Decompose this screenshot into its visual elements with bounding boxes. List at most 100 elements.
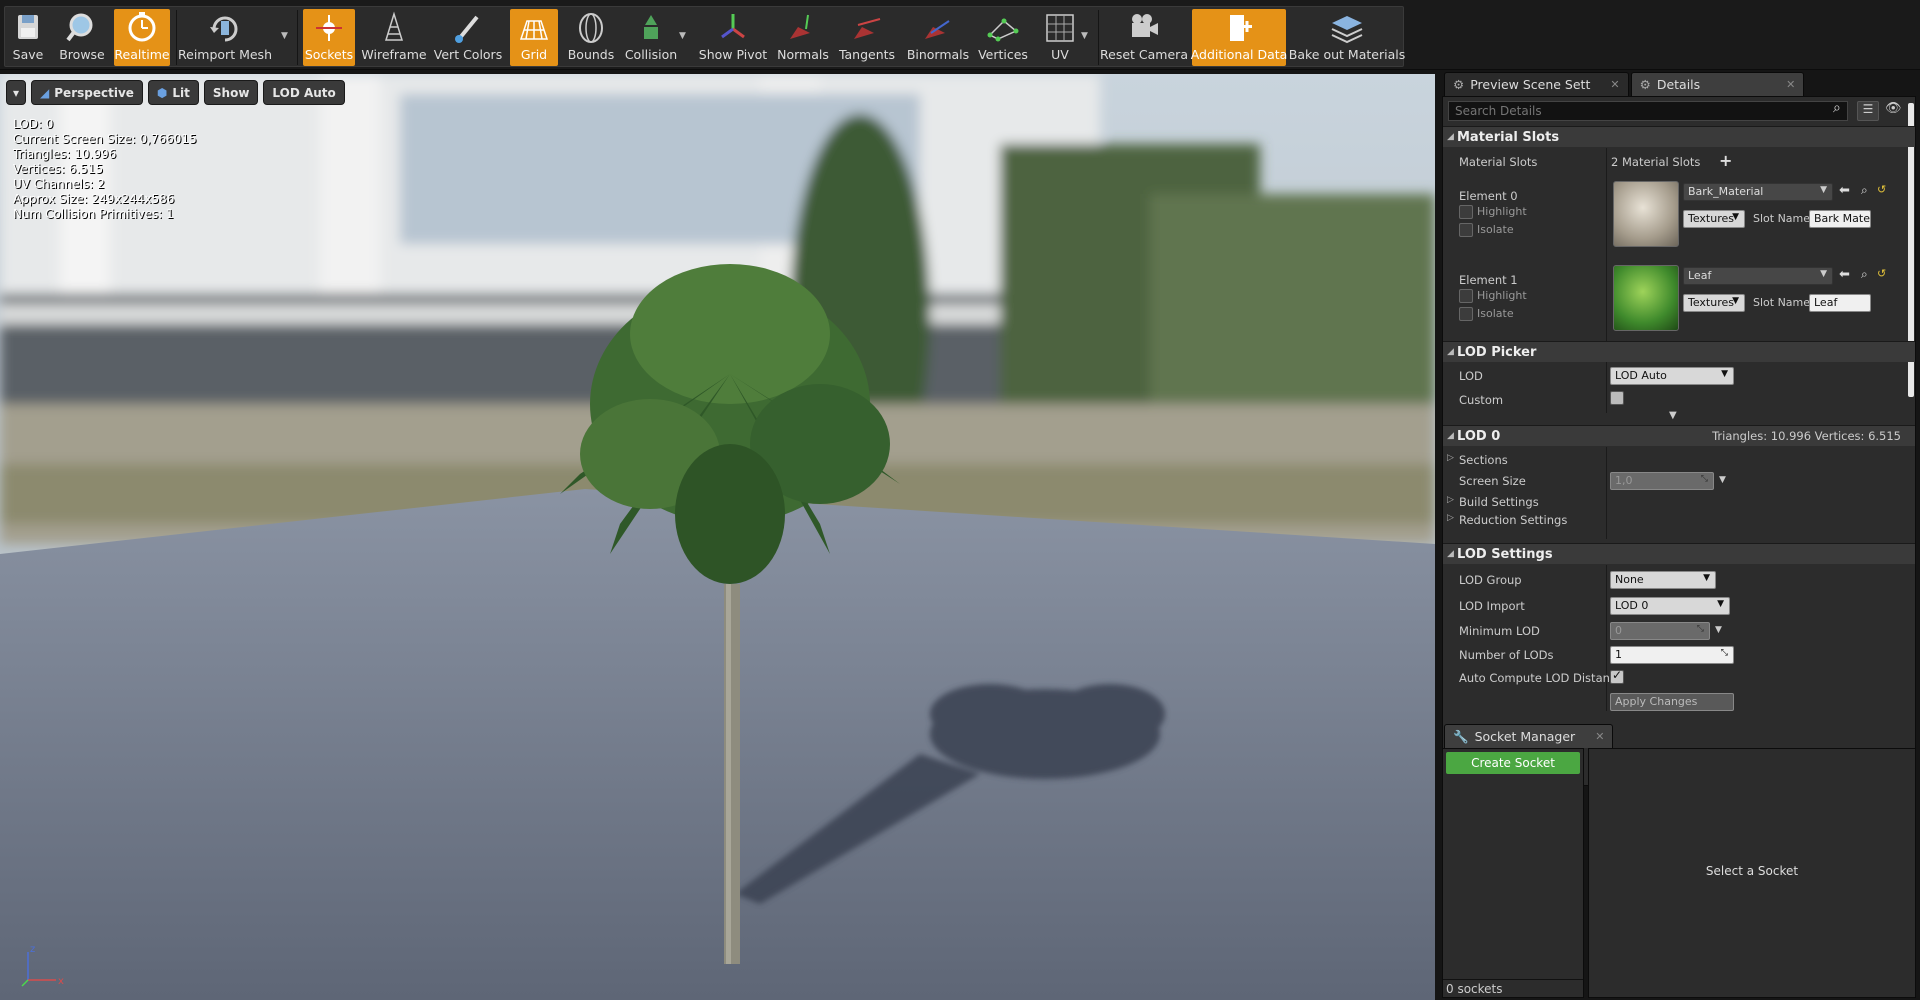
additional-data-button[interactable]: Additional Data xyxy=(1191,9,1287,66)
isolate-checkbox[interactable] xyxy=(1459,223,1473,237)
lod-group-dropdown[interactable]: None ▼ xyxy=(1610,571,1716,589)
highlight-label: Highlight xyxy=(1477,205,1527,218)
textures-dropdown[interactable]: Textures ▼ xyxy=(1683,210,1745,228)
lit-label: Lit xyxy=(172,85,190,100)
tab-preview-scene-settings[interactable]: ⚙ Preview Scene Sett ✕ xyxy=(1444,72,1629,96)
use-selected-icon[interactable]: ⬅ xyxy=(1839,183,1850,198)
material-select[interactable]: Leaf ▼ xyxy=(1683,267,1833,285)
close-icon[interactable]: ✕ xyxy=(1610,78,1619,91)
custom-checkbox[interactable] xyxy=(1610,391,1624,405)
save-icon xyxy=(18,15,38,39)
viewport-stats: LOD: 0 Current Screen Size: 0,766015 Tri… xyxy=(13,117,197,222)
lod-auto-button[interactable]: LOD Auto xyxy=(263,80,345,105)
viewport[interactable]: ▾ ◢ Perspective ⬢ Lit Show LOD Auto LOD: 0… xyxy=(0,74,1435,1000)
bake-out-materials-button[interactable]: Bake out Materials xyxy=(1289,9,1405,66)
tab-details[interactable]: ⚙ Details ✕ xyxy=(1630,72,1805,96)
wireframe-icon xyxy=(384,11,404,41)
isolate-checkbox[interactable] xyxy=(1459,307,1473,321)
screen-size-input[interactable]: 1,0 ⤡ xyxy=(1610,472,1714,490)
sockets-button[interactable]: Sockets xyxy=(303,9,355,66)
number-of-lods-input[interactable]: 1 ⤡ xyxy=(1610,646,1734,664)
lod-import-dropdown[interactable]: LOD 0 ▼ xyxy=(1610,597,1730,615)
show-pivot-button[interactable]: Show Pivot xyxy=(696,9,770,66)
lit-button[interactable]: ⬢ Lit xyxy=(147,80,199,105)
reset-icon[interactable]: ↺ xyxy=(1877,183,1886,196)
browse-button[interactable]: Browse xyxy=(54,9,110,66)
close-icon[interactable]: ✕ xyxy=(1786,78,1795,91)
vert-colors-button[interactable]: Vert Colors xyxy=(432,9,504,66)
material-select[interactable]: Bark_Material ▼ xyxy=(1683,183,1833,201)
slot-name-input[interactable]: Bark Mate xyxy=(1809,210,1871,228)
wireframe-button[interactable]: Wireframe xyxy=(361,9,427,66)
expand-icon: ◢ xyxy=(1447,549,1454,559)
uv-button[interactable]: UV xyxy=(1036,9,1084,66)
bounds-button[interactable]: Bounds xyxy=(563,9,619,66)
tangents-button[interactable]: Tangents xyxy=(836,9,898,66)
preview-scene-icon: ⚙ xyxy=(1453,77,1465,92)
browse-icon[interactable]: ⌕ xyxy=(1861,183,1868,198)
reset-icon[interactable]: ↺ xyxy=(1877,267,1886,280)
material-slots-header[interactable]: ◢ Material Slots xyxy=(1443,126,1915,147)
binormals-icon xyxy=(925,20,950,39)
reimport-dropdown-icon[interactable]: ▼ xyxy=(281,31,288,41)
details-tabs: ⚙ Preview Scene Sett ✕ ⚙ Details ✕ xyxy=(1444,72,1806,96)
highlight-checkbox[interactable] xyxy=(1459,289,1473,303)
pivot-icon xyxy=(721,14,745,39)
normals-button[interactable]: Normals xyxy=(776,9,830,66)
axis-gizmo-icon: z x xyxy=(21,944,64,987)
lod-dropdown[interactable]: LOD Auto ▼ xyxy=(1610,367,1734,385)
tab-preview-label: Preview Scene Sett xyxy=(1470,77,1591,92)
slot-name-label: Slot Name xyxy=(1753,212,1811,225)
expand-more-icon[interactable]: ▼ xyxy=(1669,410,1677,421)
search-details-input[interactable] xyxy=(1448,101,1848,121)
highlight-label: Highlight xyxy=(1477,289,1527,302)
eye-icon[interactable]: 👁 xyxy=(1885,101,1902,116)
show-button[interactable]: Show xyxy=(203,80,259,105)
slot-name-input[interactable]: Leaf xyxy=(1809,294,1871,312)
browse-icon[interactable]: ⌕ xyxy=(1861,267,1868,282)
highlight-checkbox[interactable] xyxy=(1459,205,1473,219)
add-slot-icon[interactable]: + xyxy=(1719,151,1732,170)
lod-settings-header[interactable]: ◢ LOD Settings xyxy=(1443,543,1915,564)
binormals-button[interactable]: Binormals xyxy=(905,9,971,66)
bounds-icon xyxy=(579,13,603,43)
uv-dropdown-icon[interactable]: ▼ xyxy=(1081,31,1088,41)
collapsed-icon: ▷ xyxy=(1447,495,1454,505)
close-icon[interactable]: ✕ xyxy=(1595,730,1604,743)
view-options-icon[interactable]: ☰ xyxy=(1857,101,1879,121)
grid-button[interactable]: Grid xyxy=(510,9,558,66)
expand-icon: ◢ xyxy=(1447,347,1454,357)
chevron-down-icon[interactable]: ▼ xyxy=(1719,475,1726,485)
textures-dropdown[interactable]: Textures ▼ xyxy=(1683,294,1745,312)
reset-camera-button[interactable]: Reset Camera xyxy=(1100,9,1188,66)
perspective-icon: ◢ xyxy=(40,85,50,100)
collision-dropdown-icon[interactable]: ▼ xyxy=(679,31,686,41)
vertices-button[interactable]: Vertices xyxy=(976,9,1030,66)
stat-screen-size: Current Screen Size: 0,766015 xyxy=(13,132,197,146)
tab-socket-manager-label: Socket Manager xyxy=(1474,729,1576,744)
viewport-options-button[interactable]: ▾ xyxy=(6,80,27,105)
expand-icon: ◢ xyxy=(1447,132,1454,142)
reimport-mesh-button[interactable]: Reimport Mesh xyxy=(178,9,272,66)
details-icon: ⚙ xyxy=(1639,77,1651,92)
use-selected-icon[interactable]: ⬅ xyxy=(1839,267,1850,282)
bark-material-thumbnail[interactable] xyxy=(1613,181,1679,247)
perspective-button[interactable]: ◢ Perspective xyxy=(31,80,143,105)
stat-collision: Num Collision Primitives: 1 xyxy=(13,207,174,221)
minimum-lod-input[interactable]: 0 ⤡ xyxy=(1610,622,1710,640)
auto-compute-checkbox[interactable]: ✓ xyxy=(1610,668,1624,684)
apply-changes-button[interactable]: Apply Changes xyxy=(1610,693,1734,711)
save-button[interactable]: Save xyxy=(6,9,50,66)
socket-manager-panel: 🔧 Socket Manager ✕ Create Socket 0 sockets… xyxy=(1438,722,1920,1000)
check-icon: ✓ xyxy=(1612,668,1623,682)
leaf-material-thumbnail[interactable] xyxy=(1613,265,1679,331)
lod-picker-header[interactable]: ◢ LOD Picker xyxy=(1443,341,1915,362)
collision-button[interactable]: Collision xyxy=(622,9,680,66)
vertices-icon xyxy=(987,18,1019,42)
lod0-header[interactable]: ◢ LOD 0 Triangles: 10.996 Vertices: 6.515 xyxy=(1443,425,1915,446)
realtime-button[interactable]: Realtime xyxy=(114,9,170,66)
tab-socket-manager[interactable]: 🔧 Socket Manager ✕ xyxy=(1444,724,1614,748)
chevron-down-icon[interactable]: ▼ xyxy=(1715,625,1722,635)
normals-icon xyxy=(790,14,810,39)
create-socket-button[interactable]: Create Socket xyxy=(1446,752,1580,774)
